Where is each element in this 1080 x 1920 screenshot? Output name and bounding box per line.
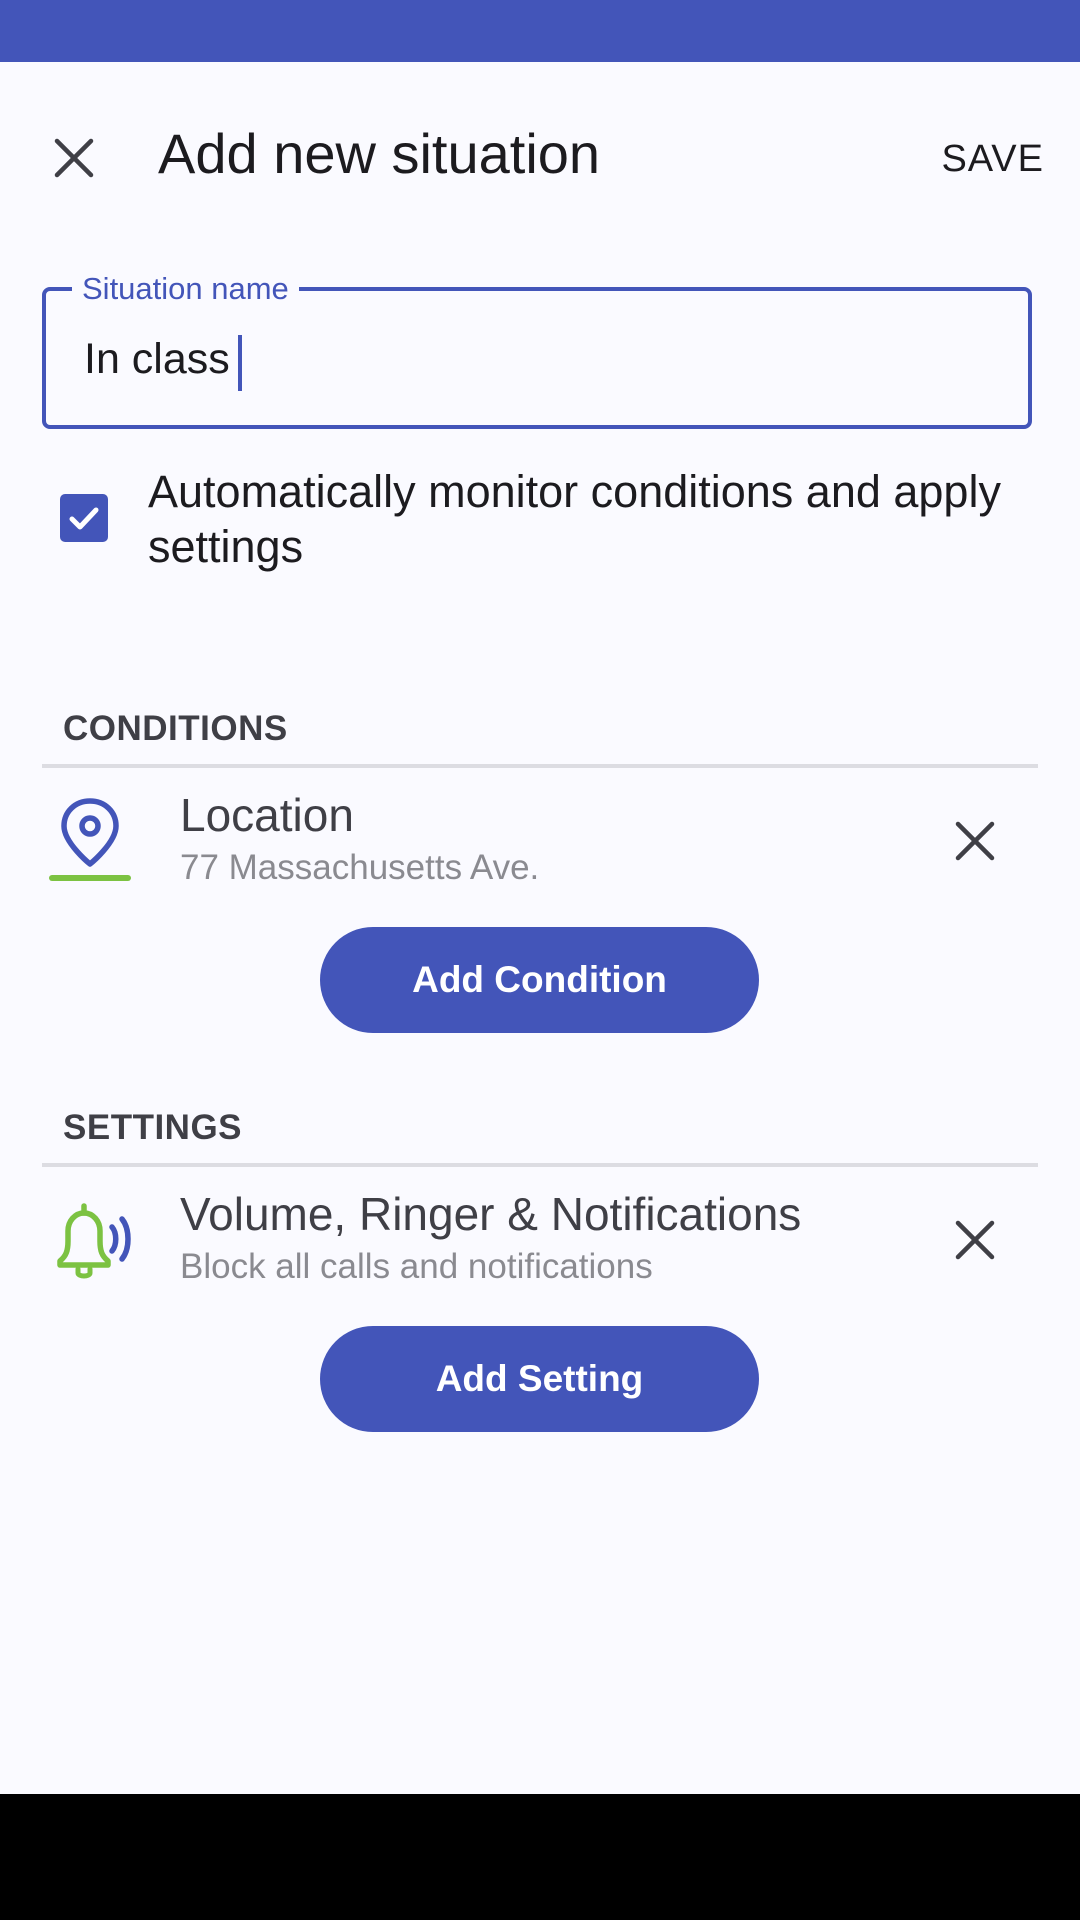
auto-monitor-row[interactable]: Automatically monitor conditions and app… (0, 460, 1080, 590)
save-button[interactable]: SAVE (937, 124, 1048, 194)
check-icon (69, 507, 99, 530)
navigation-bar (0, 1794, 1080, 1920)
close-icon (54, 138, 94, 178)
close-icon (955, 1220, 995, 1260)
condition-subtitle: 77 Massachusetts Ave. (180, 848, 540, 887)
condition-title: Location (180, 789, 354, 841)
situation-name-label: Situation name (72, 269, 299, 309)
remove-setting-button[interactable] (940, 1205, 1010, 1275)
close-button[interactable] (38, 122, 110, 194)
setting-title: Volume, Ringer & Notifications (180, 1188, 802, 1240)
add-condition-button[interactable]: Add Condition (320, 927, 759, 1033)
settings-divider (42, 1163, 1038, 1167)
setting-item-volume[interactable]: Volume, Ringer & Notifications Block all… (0, 1179, 1080, 1309)
situation-name-input[interactable] (84, 327, 984, 391)
close-icon (955, 821, 995, 861)
status-bar (0, 0, 1080, 62)
page-title: Add new situation (158, 122, 601, 185)
app-bar: Add new situation SAVE (0, 62, 1080, 232)
auto-monitor-checkbox[interactable] (60, 494, 108, 542)
location-pin-icon (49, 798, 131, 881)
condition-item-location[interactable]: Location 77 Massachusetts Ave. (0, 780, 1080, 910)
conditions-header: CONDITIONS (63, 709, 288, 748)
remove-condition-button[interactable] (940, 806, 1010, 876)
situation-name-field[interactable]: Situation name (42, 269, 1032, 429)
auto-monitor-label: Automatically monitor conditions and app… (148, 466, 1001, 572)
setting-subtitle: Block all calls and notifications (180, 1247, 653, 1286)
add-setting-button[interactable]: Add Setting (320, 1326, 759, 1432)
settings-header: SETTINGS (63, 1108, 243, 1147)
text-cursor (238, 335, 242, 391)
ringer-bell-icon (57, 1203, 131, 1279)
conditions-divider (42, 764, 1038, 768)
